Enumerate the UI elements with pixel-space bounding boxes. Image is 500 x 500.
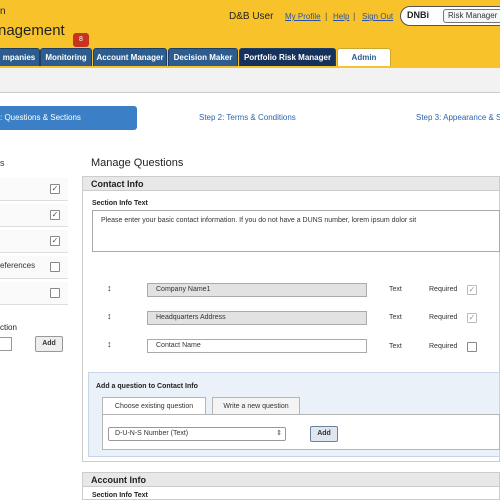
tab-decision-maker[interactable]: Decision Maker bbox=[168, 48, 238, 66]
required-label: Required bbox=[429, 286, 458, 293]
drag-handle-icon[interactable]: ↕ bbox=[107, 339, 112, 349]
link-separator: | bbox=[325, 11, 328, 21]
required-label: Required bbox=[429, 314, 458, 321]
step-2-terms-conditions[interactable]: Step 2: Terms & Conditions bbox=[199, 113, 296, 122]
question-type: Text bbox=[389, 343, 402, 350]
page-subheader bbox=[0, 68, 500, 93]
tab-choose-existing-question[interactable]: Choose existing question bbox=[102, 397, 206, 414]
question-field[interactable]: Headquarters Address bbox=[147, 311, 367, 325]
step-1-questions-sections[interactable]: : Questions & Sections bbox=[0, 106, 137, 130]
section-checkbox[interactable] bbox=[50, 288, 60, 298]
tab-portfolio-risk-manager[interactable]: Portfolio Risk Manager bbox=[239, 48, 336, 66]
section-info-label: Section Info Text bbox=[92, 200, 148, 207]
section-checkbox[interactable]: ✓ bbox=[50, 236, 60, 246]
add-question-title: Add a question to Contact Info bbox=[96, 383, 198, 390]
sign-out-link[interactable]: Sign Out bbox=[362, 12, 393, 21]
link-separator: | bbox=[353, 11, 356, 21]
left-panel-heading: s bbox=[0, 158, 5, 168]
select-updown-icon: ⇕ bbox=[276, 430, 282, 437]
section-info-label: Section Info Text bbox=[92, 492, 148, 499]
section-list-item bbox=[0, 282, 68, 305]
monitoring-alert-badge: 8 bbox=[73, 33, 89, 47]
section-info-textarea[interactable]: Please enter your basic contact informat… bbox=[92, 210, 500, 252]
step-3-appearance[interactable]: Step 3: Appearance & S bbox=[416, 113, 500, 122]
section-list-label: eferences bbox=[0, 261, 36, 270]
existing-question-value: D-U-N-S Number (Text) bbox=[115, 430, 189, 437]
new-section-label: ction bbox=[0, 323, 17, 332]
app-title: nagement bbox=[0, 22, 65, 39]
section-checkbox[interactable] bbox=[50, 262, 60, 272]
section-list-item: ✓ bbox=[0, 178, 68, 201]
section-checkbox[interactable]: ✓ bbox=[50, 184, 60, 194]
existing-question-select[interactable]: D-U-N-S Number (Text) ⇕ bbox=[108, 427, 286, 441]
help-link[interactable]: Help bbox=[333, 12, 349, 21]
tab-admin[interactable]: Admin bbox=[337, 48, 391, 66]
tab-companies[interactable]: mpanies bbox=[0, 48, 40, 66]
page-subheader-title: n bbox=[0, 6, 6, 17]
my-profile-link[interactable]: My Profile bbox=[285, 12, 321, 21]
tab-account-manager[interactable]: Account Manager bbox=[93, 48, 167, 66]
required-checkbox[interactable]: ✓ bbox=[467, 313, 477, 323]
question-type: Text bbox=[389, 314, 402, 321]
contact-info-heading: Contact Info bbox=[82, 176, 500, 191]
section-checkbox[interactable]: ✓ bbox=[50, 210, 60, 220]
question-field[interactable]: Company Name1 bbox=[147, 283, 367, 297]
add-question-button[interactable]: Add bbox=[310, 426, 338, 442]
section-list-item: ✓ bbox=[0, 204, 68, 227]
product-switcher: DNBi Risk Manager bbox=[400, 6, 500, 26]
add-section-button[interactable]: Add bbox=[35, 336, 63, 352]
required-label: Required bbox=[429, 343, 458, 350]
drag-handle-icon[interactable]: ↕ bbox=[107, 311, 112, 321]
drag-handle-icon[interactable]: ↕ bbox=[107, 283, 112, 293]
tab-write-new-question[interactable]: Write a new question bbox=[212, 397, 300, 414]
question-type: Text bbox=[389, 286, 402, 293]
tab-monitoring[interactable]: Monitoring bbox=[40, 48, 92, 66]
required-checkbox[interactable] bbox=[467, 342, 477, 352]
new-section-input[interactable] bbox=[0, 337, 12, 351]
manage-questions-title: Manage Questions bbox=[91, 157, 184, 169]
section-list-item: eferences bbox=[0, 256, 68, 279]
question-field[interactable]: Contact Name bbox=[147, 339, 367, 353]
section-list-item: ✓ bbox=[0, 230, 68, 253]
product-select[interactable]: Risk Manager bbox=[443, 9, 500, 23]
account-info-heading: Account Info bbox=[82, 472, 500, 487]
required-checkbox[interactable]: ✓ bbox=[467, 285, 477, 295]
user-name: D&B User bbox=[229, 11, 274, 22]
dnbi-logo: DNBi bbox=[407, 10, 429, 20]
